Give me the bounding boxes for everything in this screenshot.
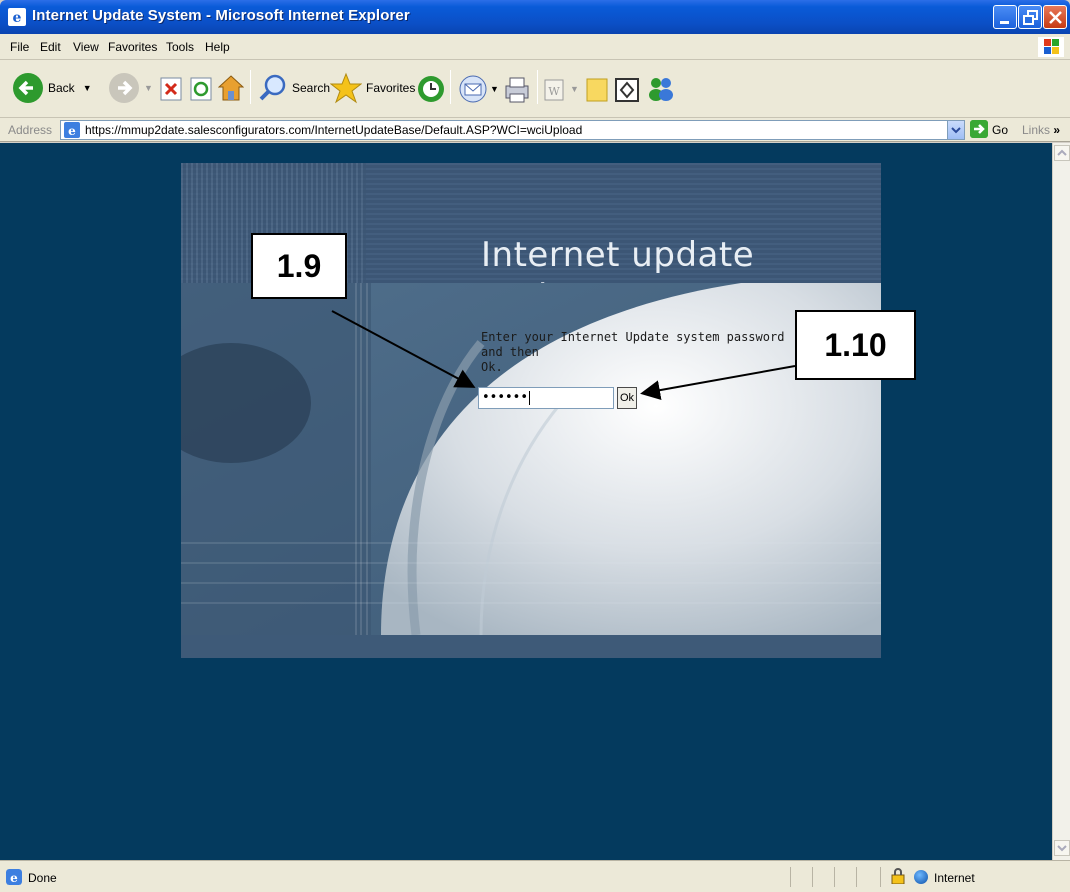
lock-icon <box>891 868 905 884</box>
status-pane <box>856 867 857 887</box>
status-pane <box>834 867 835 887</box>
internet-zone-icon <box>914 870 928 884</box>
status-pane <box>812 867 813 887</box>
status-bar: e Done Internet <box>0 860 1070 892</box>
security-zone-label: Internet <box>934 871 975 885</box>
status-pane <box>880 867 881 887</box>
status-pane <box>790 867 791 887</box>
annotation-arrows <box>331 310 796 401</box>
arrow-to-password <box>331 310 476 388</box>
arrow-to-ok <box>640 365 796 401</box>
page-done-icon: e <box>6 869 22 885</box>
status-text: Done <box>28 871 57 885</box>
svg-text:e: e <box>10 871 18 885</box>
